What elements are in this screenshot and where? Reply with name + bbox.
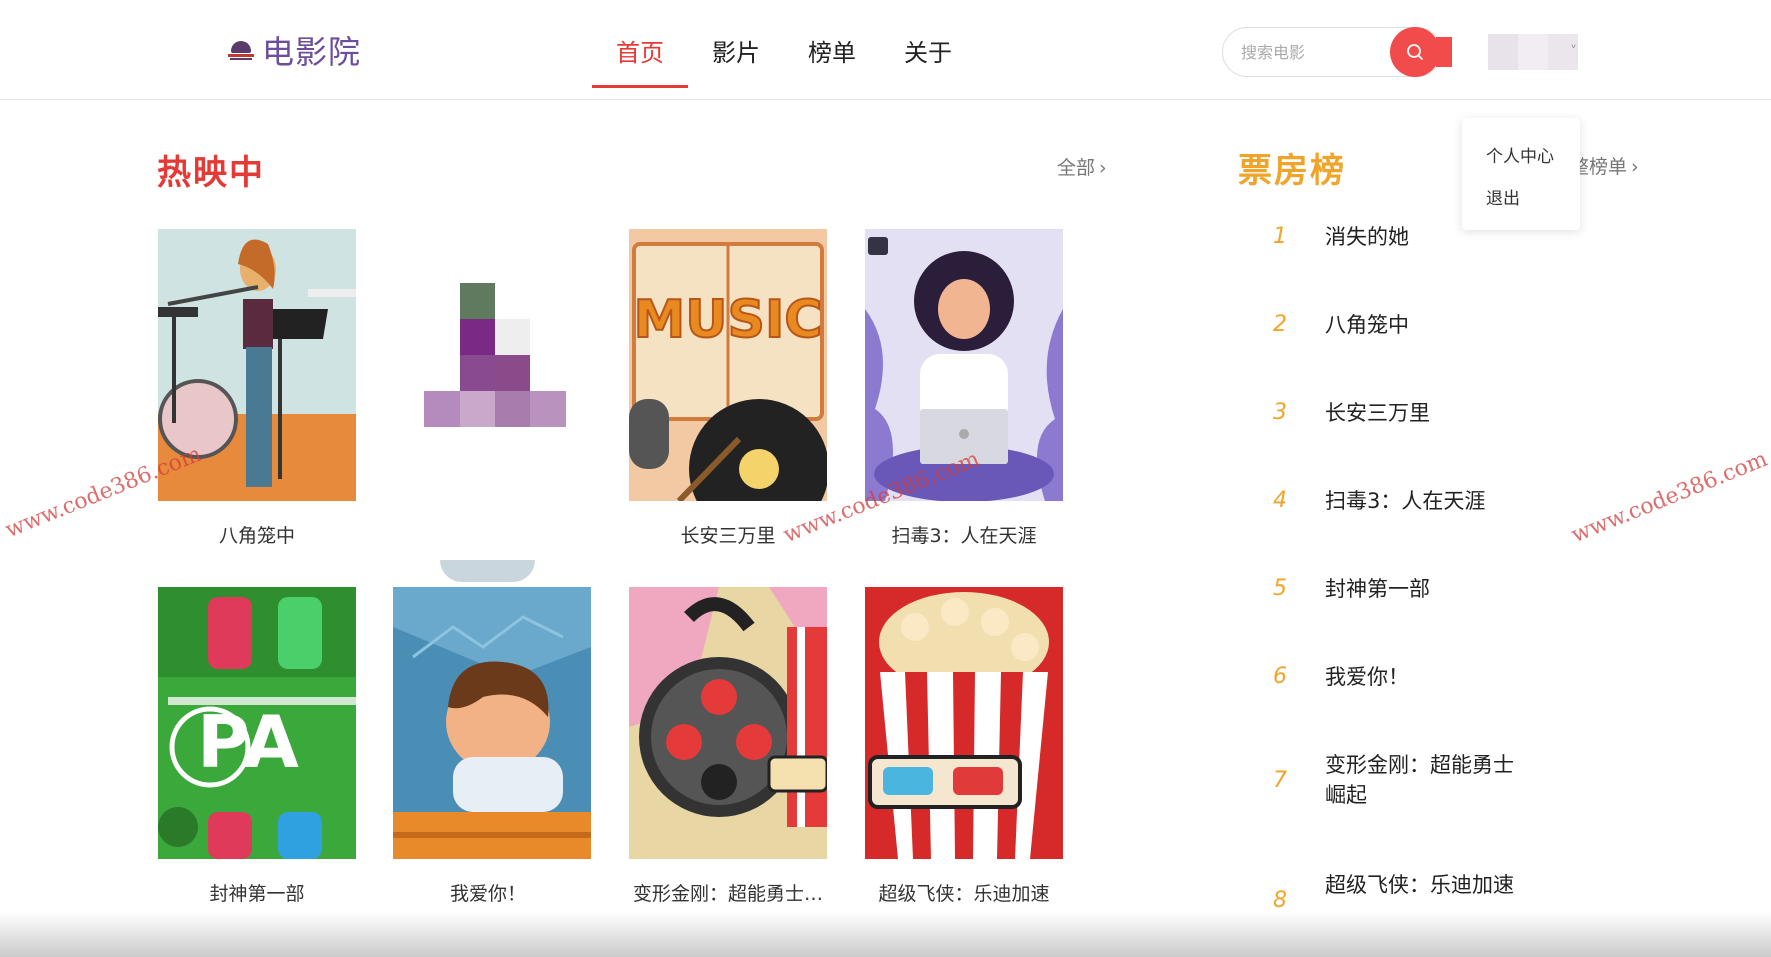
rank-number: 8: [1273, 888, 1287, 913]
rank-number: 5: [1273, 576, 1287, 601]
film-reel-illustration-icon: [629, 587, 827, 859]
movie-poster-3[interactable]: MUSIC: [629, 229, 827, 501]
more-label: 全部: [1057, 157, 1096, 179]
movie-title-6[interactable]: 我爱你！: [368, 879, 608, 906]
watermark: www.code386.com: [1568, 446, 1771, 549]
rank-number: 1: [1273, 224, 1287, 249]
box-office-more-link[interactable]: 整榜单 ›: [1570, 152, 1639, 179]
user-avatar-pixelated[interactable]: [1488, 34, 1578, 70]
movie-title-8[interactable]: 超级飞侠：乐迪加速: [844, 879, 1084, 906]
rank-number: 4: [1273, 488, 1287, 513]
pixel-fragment: [440, 560, 535, 582]
user-dropdown-menu: 个人中心 退出: [1462, 118, 1580, 230]
rank-movie-name[interactable]: 变形金刚：超能勇士崛起: [1325, 750, 1515, 810]
rank-movie-name[interactable]: 封神第一部: [1325, 574, 1515, 604]
search-input[interactable]: [1241, 38, 1391, 66]
chevron-right-icon: ›: [1099, 157, 1107, 179]
nav-movies[interactable]: 影片: [688, 0, 784, 100]
logo-text: 电影院: [262, 33, 362, 71]
rank-movie-name[interactable]: 八角笼中: [1325, 310, 1515, 340]
top-header: 电影院 首页 影片 榜单 关于 ˅: [0, 0, 1771, 100]
search-button[interactable]: [1390, 27, 1440, 77]
svg-text:MUSIC: MUSIC: [634, 290, 823, 350]
nav-home[interactable]: 首页: [592, 0, 688, 100]
box-office-title: 票房榜: [1238, 151, 1346, 191]
nav-rankings[interactable]: 榜单: [784, 0, 880, 100]
movie-title-7[interactable]: 变形金刚：超能勇士…: [608, 879, 848, 906]
rank-movie-name[interactable]: 我爱你！: [1325, 662, 1515, 692]
chevron-right-icon: ›: [1631, 156, 1639, 178]
menu-item-profile[interactable]: 个人中心: [1486, 142, 1554, 167]
menu-item-logout[interactable]: 退出: [1486, 184, 1520, 209]
nav-about[interactable]: 关于: [880, 0, 976, 100]
chevron-down-icon[interactable]: ˅: [1570, 44, 1577, 60]
rank-number: 3: [1273, 400, 1287, 425]
main-nav: 首页 影片 榜单 关于: [592, 0, 976, 100]
now-showing-more-link[interactable]: 全部 ›: [1057, 153, 1107, 180]
now-showing-title: 热映中: [157, 153, 265, 193]
music-book-illustration-icon: MUSIC: [629, 229, 827, 501]
movie-title-5[interactable]: 封神第一部: [137, 879, 377, 906]
rank-movie-name[interactable]: 长安三万里: [1325, 398, 1515, 428]
rank-number: 6: [1273, 664, 1287, 689]
app-page: 电影院 首页 影片 榜单 关于 ˅ 热映中 全部›: [0, 0, 1771, 957]
rank-movie-name[interactable]: 扫毒3：人在天涯: [1325, 486, 1515, 516]
movie-title-1[interactable]: 八角笼中: [137, 521, 377, 548]
movie-poster-5[interactable]: PA: [158, 587, 356, 859]
rank-movie-name[interactable]: 超级飞侠：乐迪加速: [1325, 870, 1515, 900]
movie-poster-8[interactable]: [865, 587, 1063, 859]
cinema-logo-icon: [228, 39, 254, 61]
bottom-shadow: [0, 912, 1771, 957]
movie-poster-7[interactable]: [629, 587, 827, 859]
rank-number: 7: [1273, 768, 1287, 793]
search-icon: [1407, 44, 1423, 60]
movie-poster-2[interactable]: [393, 229, 591, 501]
site-logo[interactable]: 电影院: [228, 28, 361, 72]
parking-lot-illustration-icon: PA: [158, 587, 356, 859]
movie-title-4[interactable]: 扫毒3：人在天涯: [844, 521, 1084, 548]
boy-drawing-illustration-icon: [393, 587, 591, 859]
movie-poster-6[interactable]: [393, 587, 591, 859]
rank-number: 2: [1273, 312, 1287, 337]
pixelated-image-icon: [393, 229, 591, 501]
popcorn-illustration-icon: [865, 587, 1063, 859]
